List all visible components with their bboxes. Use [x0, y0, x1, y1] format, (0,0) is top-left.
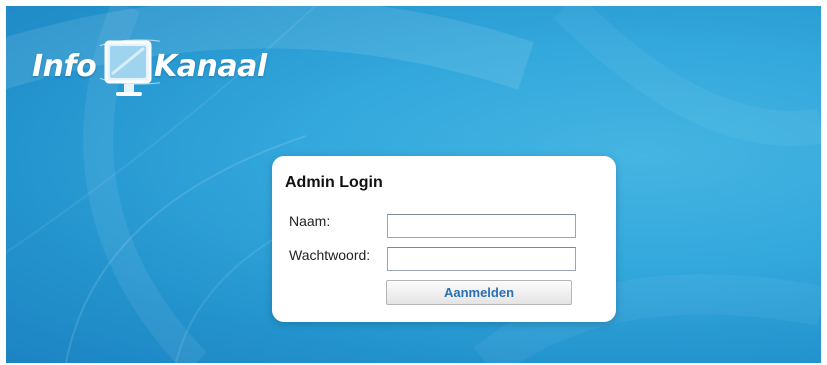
password-label: Wachtwoord:	[289, 247, 371, 263]
username-label: Naam:	[289, 213, 331, 229]
password-input[interactable]	[387, 247, 576, 271]
login-panel: Admin Login Naam: Wachtwoord: Aanmelden	[272, 156, 616, 322]
login-title: Admin Login	[285, 174, 383, 191]
monitor-icon	[100, 39, 160, 96]
logo-text-info: Info	[32, 49, 97, 84]
username-input[interactable]	[387, 214, 576, 238]
logo-text-kanaal: Kanaal	[154, 49, 267, 84]
login-button[interactable]: Aanmelden	[386, 280, 572, 305]
infokanaal-logo: Info Kanaal	[26, 28, 276, 118]
login-background: Info Kanaal Admin Login Naam: Wachtwoord…	[6, 6, 821, 363]
